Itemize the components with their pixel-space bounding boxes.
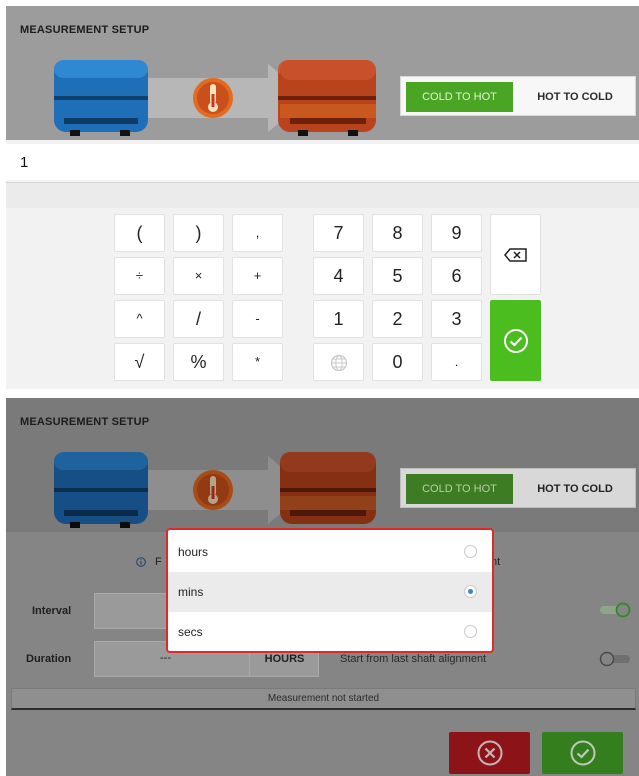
option-label: mins — [178, 585, 204, 599]
key-slash[interactable]: / — [173, 300, 224, 338]
confirm-button[interactable] — [542, 732, 623, 774]
option-mins[interactable]: mins — [168, 572, 492, 612]
measurement-setup-dialog-panel: MEASUREMENT SETUP COLD TO HOT HOT TO COL… — [6, 398, 639, 776]
key-divide[interactable]: ÷ — [114, 257, 165, 295]
info-icon — [136, 557, 146, 567]
measurement-setup-keypad-panel: MEASUREMENT SETUP COLD TO HOT HOT TO COL… — [6, 6, 639, 389]
key-sqrt[interactable]: √ — [114, 343, 165, 381]
key-multiply[interactable]: × — [173, 257, 224, 295]
language-key[interactable] — [313, 343, 364, 381]
direction-toggle: COLD TO HOT HOT TO COLD — [400, 76, 636, 116]
key-open-paren[interactable]: ( — [114, 214, 165, 252]
interval-toggle[interactable] — [598, 602, 632, 618]
hot-to-cold-button[interactable]: HOT TO COLD — [518, 82, 632, 112]
duration-value: --- — [160, 652, 171, 664]
key-plus[interactable]: + — [232, 257, 283, 295]
hot-machine-graphic — [280, 60, 376, 136]
key-1[interactable]: 1 — [313, 300, 364, 338]
numeric-keypad: ( ) , 7 8 9 ÷ × + 4 5 6 ^ / - 1 2 3 √ % … — [6, 208, 639, 389]
toggle-switch-off — [599, 651, 630, 667]
key-percent[interactable]: % — [173, 343, 224, 381]
page-title: MEASUREMENT SETUP — [20, 24, 150, 36]
backspace-button[interactable] — [490, 214, 541, 295]
cold-machine-icon — [54, 60, 148, 136]
interval-input[interactable] — [94, 593, 174, 629]
status-bar: Measurement not started — [11, 688, 636, 710]
cold-to-hot-button[interactable]: COLD TO HOT — [406, 82, 513, 112]
start-from-last-toggle[interactable] — [598, 651, 632, 667]
thermometer-icon — [193, 470, 233, 510]
page-title: MEASUREMENT SETUP — [20, 416, 150, 428]
thermometer-icon — [193, 78, 233, 118]
cancel-button[interactable] — [449, 732, 530, 774]
hot-to-cold-button[interactable]: HOT TO COLD — [518, 474, 632, 504]
key-4[interactable]: 4 — [313, 257, 364, 295]
keypad-confirm-button[interactable] — [490, 300, 541, 381]
key-8[interactable]: 8 — [372, 214, 423, 252]
x-circle-icon — [477, 740, 503, 766]
key-6[interactable]: 6 — [431, 257, 482, 295]
key-caret[interactable]: ^ — [114, 300, 165, 338]
toggle-switch-on — [600, 602, 631, 618]
key-3[interactable]: 3 — [431, 300, 482, 338]
radio-unselected — [464, 545, 477, 558]
value-input[interactable]: 1 — [6, 144, 639, 180]
key-2[interactable]: 2 — [372, 300, 423, 338]
option-hours[interactable]: hours — [168, 532, 492, 572]
key-comma[interactable]: , — [232, 214, 283, 252]
setup-header: MEASUREMENT SETUP COLD TO HOT HOT TO COL… — [6, 398, 639, 532]
start-from-last-label: Start from last shaft alignment — [340, 653, 487, 665]
key-asterisk[interactable]: * — [232, 343, 283, 381]
radio-selected — [464, 585, 477, 598]
key-decimal[interactable]: . — [431, 343, 482, 381]
key-9[interactable]: 9 — [431, 214, 482, 252]
key-close-paren[interactable]: ) — [173, 214, 224, 252]
radio-unselected — [464, 625, 477, 638]
machine-train-graphic — [54, 452, 280, 528]
option-label: secs — [178, 625, 203, 639]
interval-label: Interval — [32, 605, 72, 617]
direction-toggle: COLD TO HOT HOT TO COLD — [400, 468, 636, 508]
option-secs[interactable]: secs — [168, 612, 492, 651]
key-0[interactable]: 0 — [372, 343, 423, 381]
cold-to-hot-button[interactable]: COLD TO HOT — [406, 474, 513, 504]
setup-header: MEASUREMENT SETUP COLD TO HOT HOT TO COL… — [6, 6, 639, 140]
option-label: hours — [178, 545, 209, 559]
key-7[interactable]: 7 — [313, 214, 364, 252]
backspace-icon — [503, 248, 527, 262]
check-circle-icon — [503, 329, 528, 353]
cold-machine-icon — [54, 452, 148, 528]
hot-machine-graphic — [280, 452, 376, 524]
input-hint-bar — [6, 182, 639, 208]
check-circle-icon — [570, 740, 596, 766]
info-text-start: F — [155, 556, 162, 568]
globe-icon — [330, 354, 347, 372]
unit-dropdown: hours mins secs — [166, 528, 494, 653]
key-minus[interactable]: - — [232, 300, 283, 338]
key-5[interactable]: 5 — [372, 257, 423, 295]
duration-label: Duration — [26, 653, 72, 665]
